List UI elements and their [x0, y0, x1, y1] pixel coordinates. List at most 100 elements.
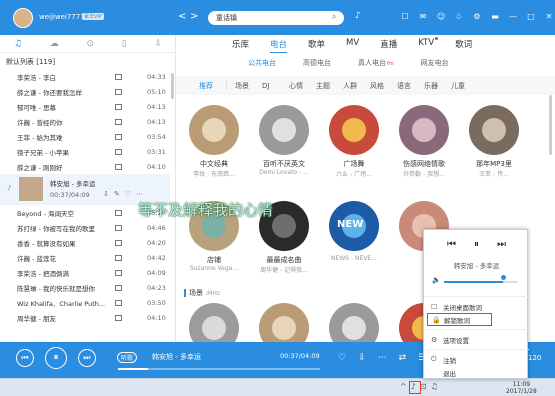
list-item[interactable]: 李荣浩 - 李白 04:33 [0, 69, 170, 84]
category-mood[interactable]: 心情 [289, 81, 316, 91]
volume-track[interactable] [444, 281, 518, 283]
station-tile[interactable]: 中文经典 李玟 - 东南西... [184, 105, 244, 178]
more-icon[interactable]: ⋯ [378, 353, 387, 363]
popup-pause-button[interactable]: ⏸ [474, 239, 479, 250]
pause-button[interactable]: ⏸ [45, 347, 67, 369]
list-item[interactable]: 陈慧琳 - 我的快乐就是想你 04:23 [0, 280, 170, 295]
tab-lyrics[interactable]: 歌词 [455, 38, 472, 50]
list-item[interactable]: 薛之谦 - 刚刚好 04:10 [0, 159, 170, 174]
category-children[interactable]: 儿童 [451, 81, 478, 91]
list-item[interactable]: 许巍 - 曾经的你 04:13 [0, 114, 170, 129]
volume-knob[interactable] [501, 275, 507, 280]
category-recommended[interactable]: 推荐 [199, 81, 226, 91]
mv-icon[interactable] [115, 299, 122, 306]
music-recognition-icon[interactable]: ♪ [355, 11, 361, 21]
mv-icon[interactable] [115, 254, 122, 261]
search-icon[interactable]: ⌕ [332, 12, 336, 22]
back-icon[interactable]: < [178, 11, 186, 22]
speaker-icon[interactable]: 🔈 [432, 276, 441, 284]
download-icon[interactable]: ⇩ [103, 190, 109, 198]
mv-icon[interactable] [115, 314, 122, 321]
list-item[interactable]: 李荣浩 - 把酒倒满 04:09 [0, 265, 170, 280]
mv-icon[interactable] [115, 269, 122, 276]
menu-item-options[interactable]: ⚙ 选项设置 [424, 333, 529, 346]
list-item[interactable]: 周华健 - 朋友 04:10 [0, 310, 170, 325]
mv-icon[interactable] [115, 284, 122, 291]
minimize-icon[interactable]: — [508, 12, 518, 21]
playlist-count[interactable]: 120 [528, 354, 541, 362]
playlist-scrollbar[interactable] [171, 73, 174, 99]
category-theme[interactable]: 主题 [316, 81, 343, 91]
station-cover[interactable] [399, 105, 449, 155]
tray-expand-icon[interactable]: ^ [400, 382, 407, 391]
shuffle-icon[interactable]: ⇄ [399, 353, 407, 363]
tab-mv[interactable]: MV [346, 38, 359, 50]
subtab-user-radio[interactable]: 网友电台 [421, 58, 449, 68]
category-dj[interactable]: DJ [262, 82, 289, 90]
taskbar-clock[interactable]: 11:09 2017/1/28 [506, 381, 537, 395]
close-icon[interactable]: ✕ [544, 12, 554, 21]
list-item[interactable]: 郁可唯 - 思慕 04:13 [0, 99, 170, 114]
vip-badge[interactable]: 豪华VIP [82, 13, 104, 20]
menu-item-logout[interactable]: ⏻ 注销 [424, 353, 529, 366]
list-item[interactable]: 许巍 - 蓝莲花 04:42 [0, 250, 170, 265]
category-instrument[interactable]: 乐器 [424, 81, 451, 91]
tab-radio[interactable]: 电台 [270, 38, 288, 53]
menu-item-exit[interactable]: 退出 [424, 366, 529, 379]
category-scene[interactable]: 场景 [235, 81, 262, 91]
friends-icon[interactable]: ☺ [436, 12, 446, 21]
now-playing-title[interactable]: 韩安旭 - 多幸运 [152, 352, 201, 362]
station-cover[interactable] [189, 105, 239, 155]
mv-icon[interactable] [115, 224, 122, 231]
favorite-icon[interactable]: ♡ [125, 190, 131, 198]
station-cover[interactable]: NEW [329, 201, 379, 251]
station-cover[interactable] [469, 105, 519, 155]
category-people[interactable]: 人群 [343, 81, 370, 91]
listen-mode-badge[interactable]: 听歌 [117, 352, 138, 363]
station-cover[interactable] [329, 105, 379, 155]
mv-icon[interactable] [115, 163, 122, 170]
subtab-amap-radio[interactable]: 高德电台 [303, 58, 331, 68]
volume-slider[interactable]: 🔈 [432, 275, 522, 285]
list-item[interactable]: 苏打绿 - 你被写在我的歌里 04:46 [0, 220, 170, 235]
device-icon[interactable]: ▯ [122, 39, 127, 49]
more-icon[interactable]: ⋯ [136, 190, 143, 198]
list-item[interactable]: 香香 - 就算没有如果 04:20 [0, 235, 170, 250]
mv-icon[interactable] [115, 103, 122, 110]
subtab-live-host-radio[interactable]: 真人电台fm [358, 58, 394, 68]
settings-icon[interactable]: ⚙ [472, 12, 482, 21]
mv-icon[interactable] [115, 148, 122, 155]
next-button[interactable]: ⏭ [78, 349, 96, 367]
category-style[interactable]: 风格 [370, 81, 397, 91]
mv-icon[interactable] [115, 118, 122, 125]
download-icon[interactable]: ⇩ [155, 39, 163, 49]
desktop-lyric[interactable]: 等不及解释我的心情 [138, 199, 273, 220]
subtab-public-radio[interactable]: 公共电台 [248, 58, 276, 68]
forward-icon[interactable]: > [190, 11, 198, 22]
mv-icon[interactable] [115, 209, 122, 216]
station-tile[interactable]: 广场舞 六幺 - 广场... [324, 105, 384, 178]
station-tile[interactable]: 伤感网络情歌 许恭勤 - 我想... [394, 105, 454, 178]
station-cover[interactable] [259, 105, 309, 155]
menu-item-unlock-lyrics[interactable]: 🔒 解锁歌词 [427, 313, 492, 326]
station-tile[interactable]: 百听不厌英文 Demi Lovato - ... [254, 105, 314, 176]
cloud-icon[interactable]: ☁ [50, 39, 59, 49]
category-language[interactable]: 语言 [397, 81, 424, 91]
mv-icon[interactable] [115, 73, 122, 80]
list-item[interactable]: Wiz Khalifa、Charlie Puth... 03:50 [0, 295, 170, 310]
download-icon[interactable]: ⇩ [358, 353, 366, 363]
list-item[interactable]: 王菲 - 給为其难 03:54 [0, 129, 170, 144]
previous-button[interactable]: ⏮ [16, 349, 34, 367]
content-scrollbar[interactable] [549, 95, 552, 155]
station-tile[interactable]: NEW NEWS - NEVE... [324, 201, 384, 262]
music-list-icon[interactable]: ♫ [14, 39, 22, 49]
avatar[interactable] [13, 8, 33, 28]
progress-bar[interactable] [118, 368, 320, 370]
mv-icon[interactable] [115, 133, 122, 140]
list-item[interactable]: 筷子兄弟 - 小苹果 03:31 [0, 144, 170, 159]
favorite-icon[interactable]: ♡ [338, 353, 346, 363]
mini-mode-icon[interactable]: ▬ [490, 12, 500, 21]
popup-previous-button[interactable]: ⏮ [447, 239, 456, 250]
popup-next-button[interactable]: ⏭ [497, 239, 506, 250]
tab-ktv[interactable]: KTV [418, 37, 439, 50]
